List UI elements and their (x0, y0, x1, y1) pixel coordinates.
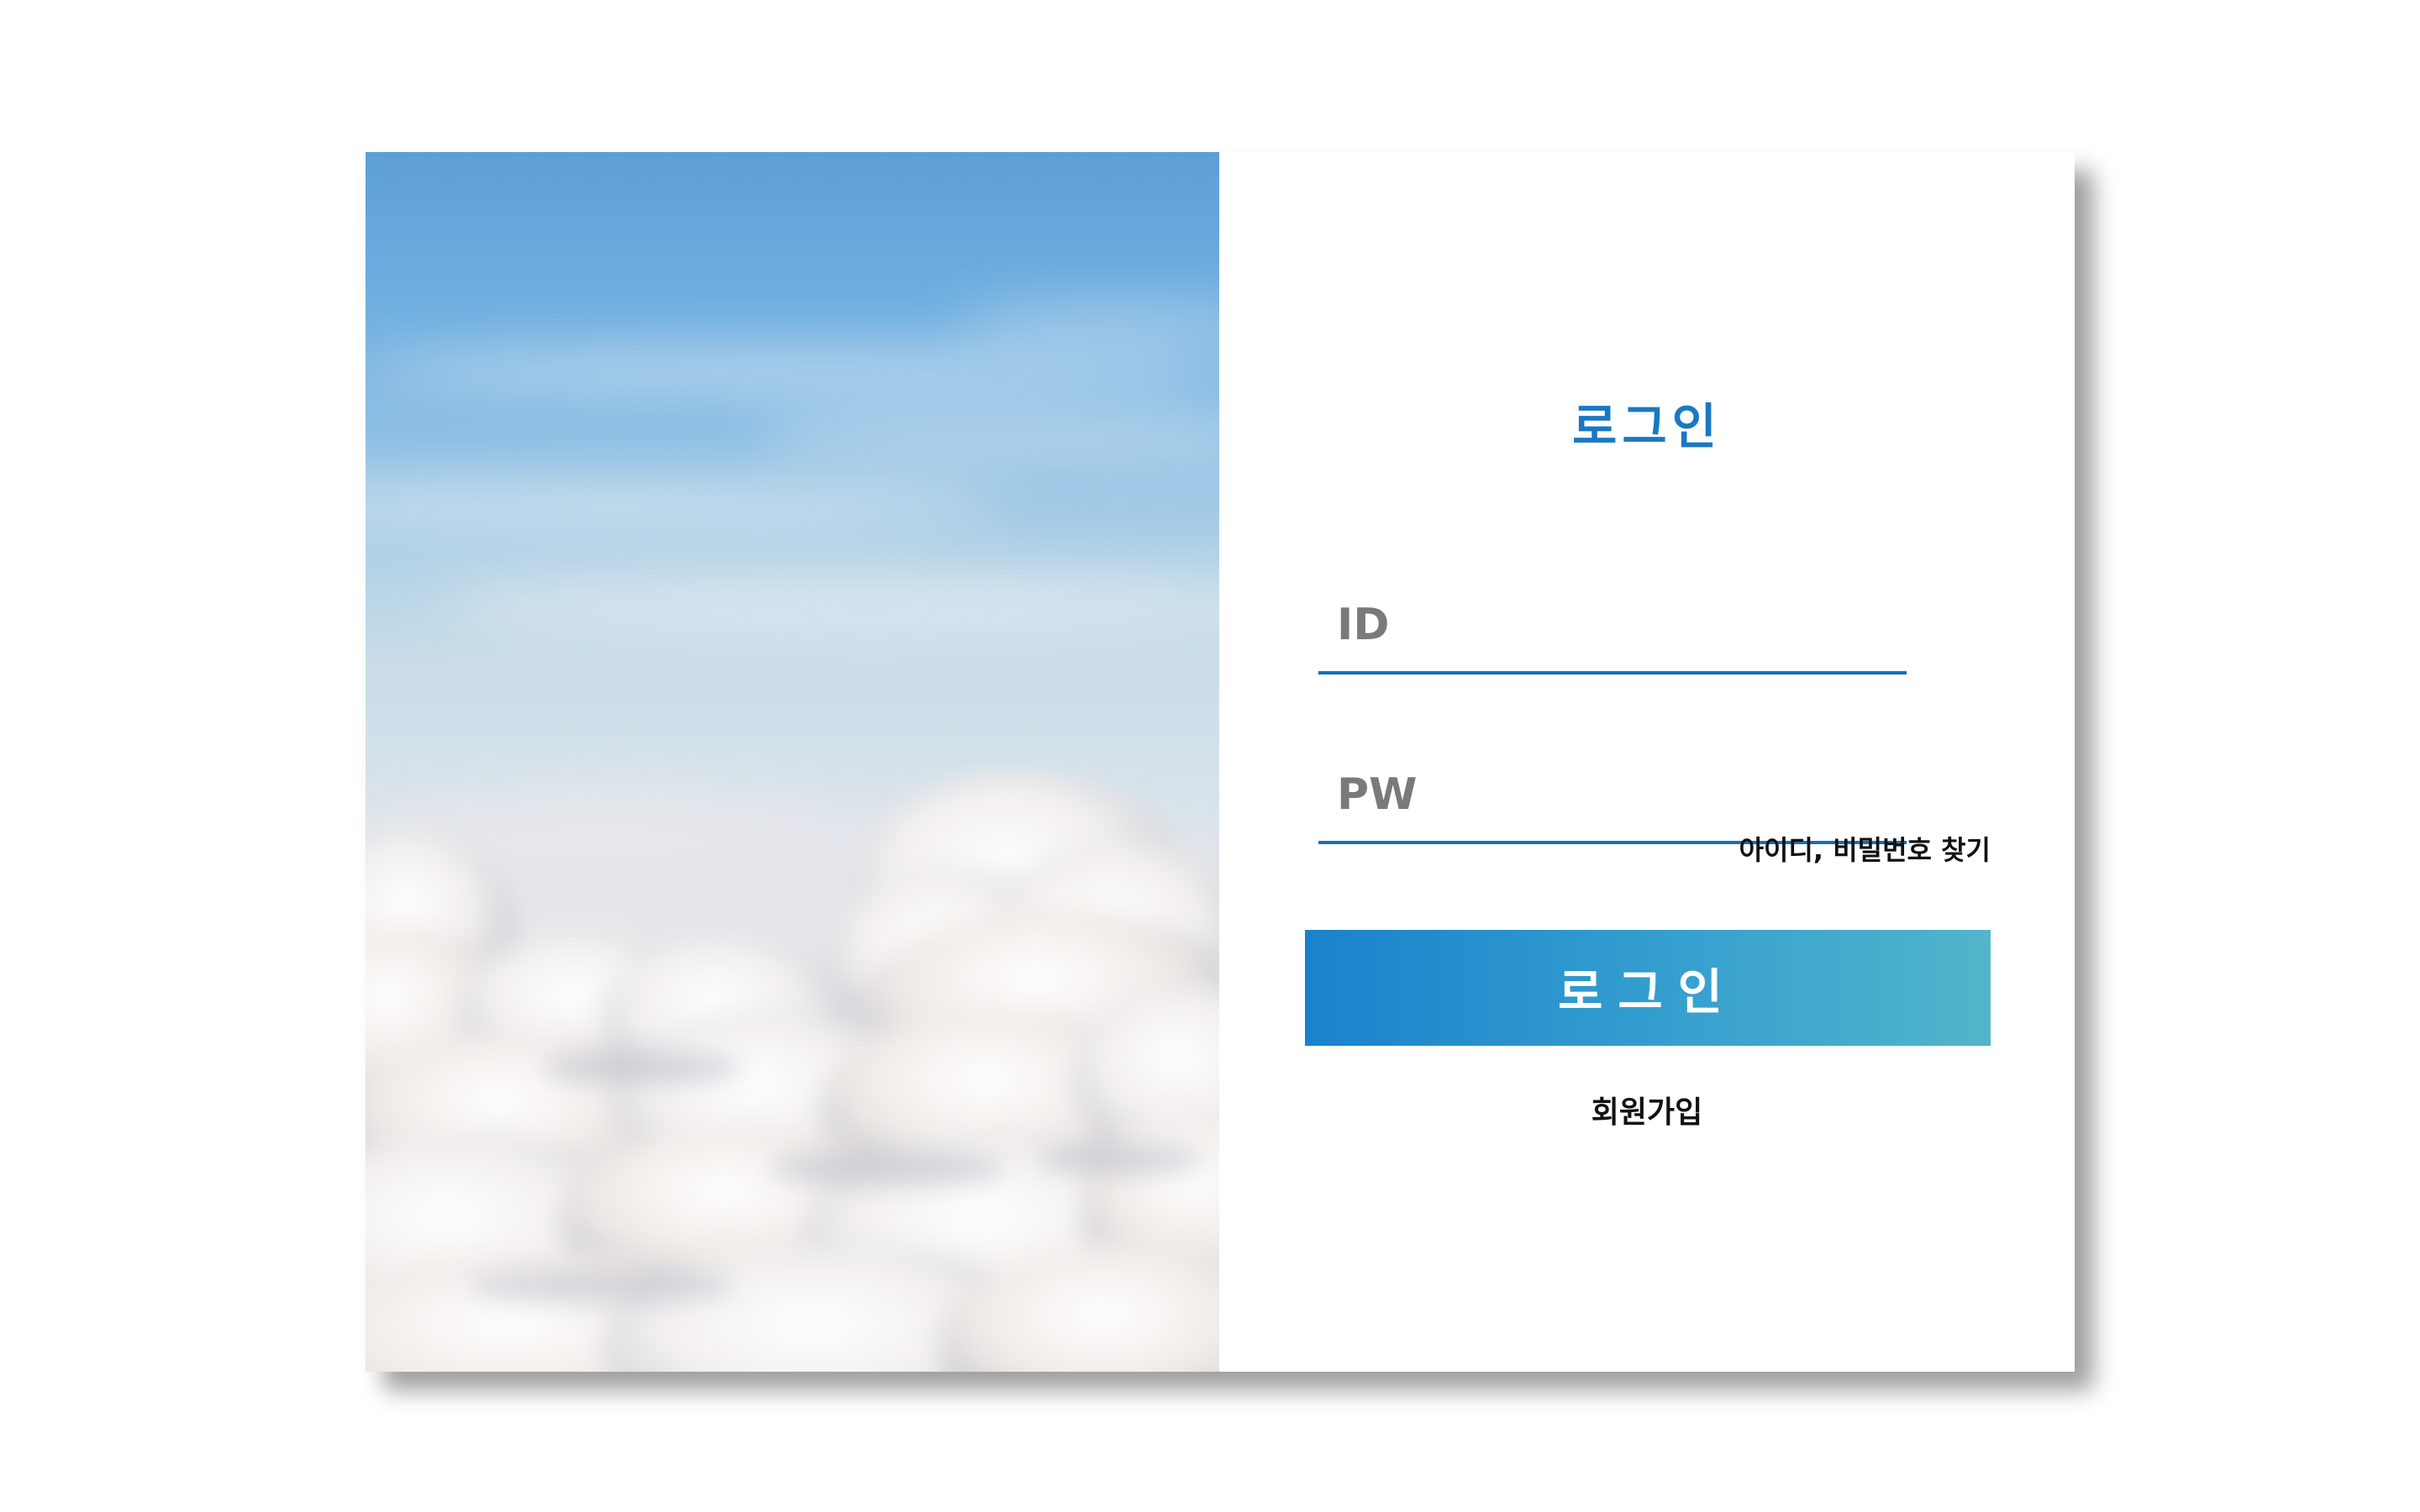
clouds-illustration (366, 305, 1219, 1372)
login-card: 로그인 아이디, 비밀번호 찾기 로그인 회원가입 (366, 152, 2075, 1372)
login-form-panel: 로그인 아이디, 비밀번호 찾기 로그인 회원가입 (1219, 152, 2075, 1372)
login-title: 로그인 (1571, 398, 1723, 455)
signup-link[interactable]: 회원가입 (1219, 1088, 2075, 1131)
login-button[interactable]: 로그인 (1305, 930, 1991, 1046)
clouds-photo (366, 152, 1219, 1372)
login-page: 로그인 아이디, 비밀번호 찾기 로그인 회원가입 (0, 0, 2420, 1512)
find-id-password-link[interactable]: 아이디, 비밀번호 찾기 (1739, 829, 1991, 868)
id-input[interactable] (1318, 579, 1907, 675)
